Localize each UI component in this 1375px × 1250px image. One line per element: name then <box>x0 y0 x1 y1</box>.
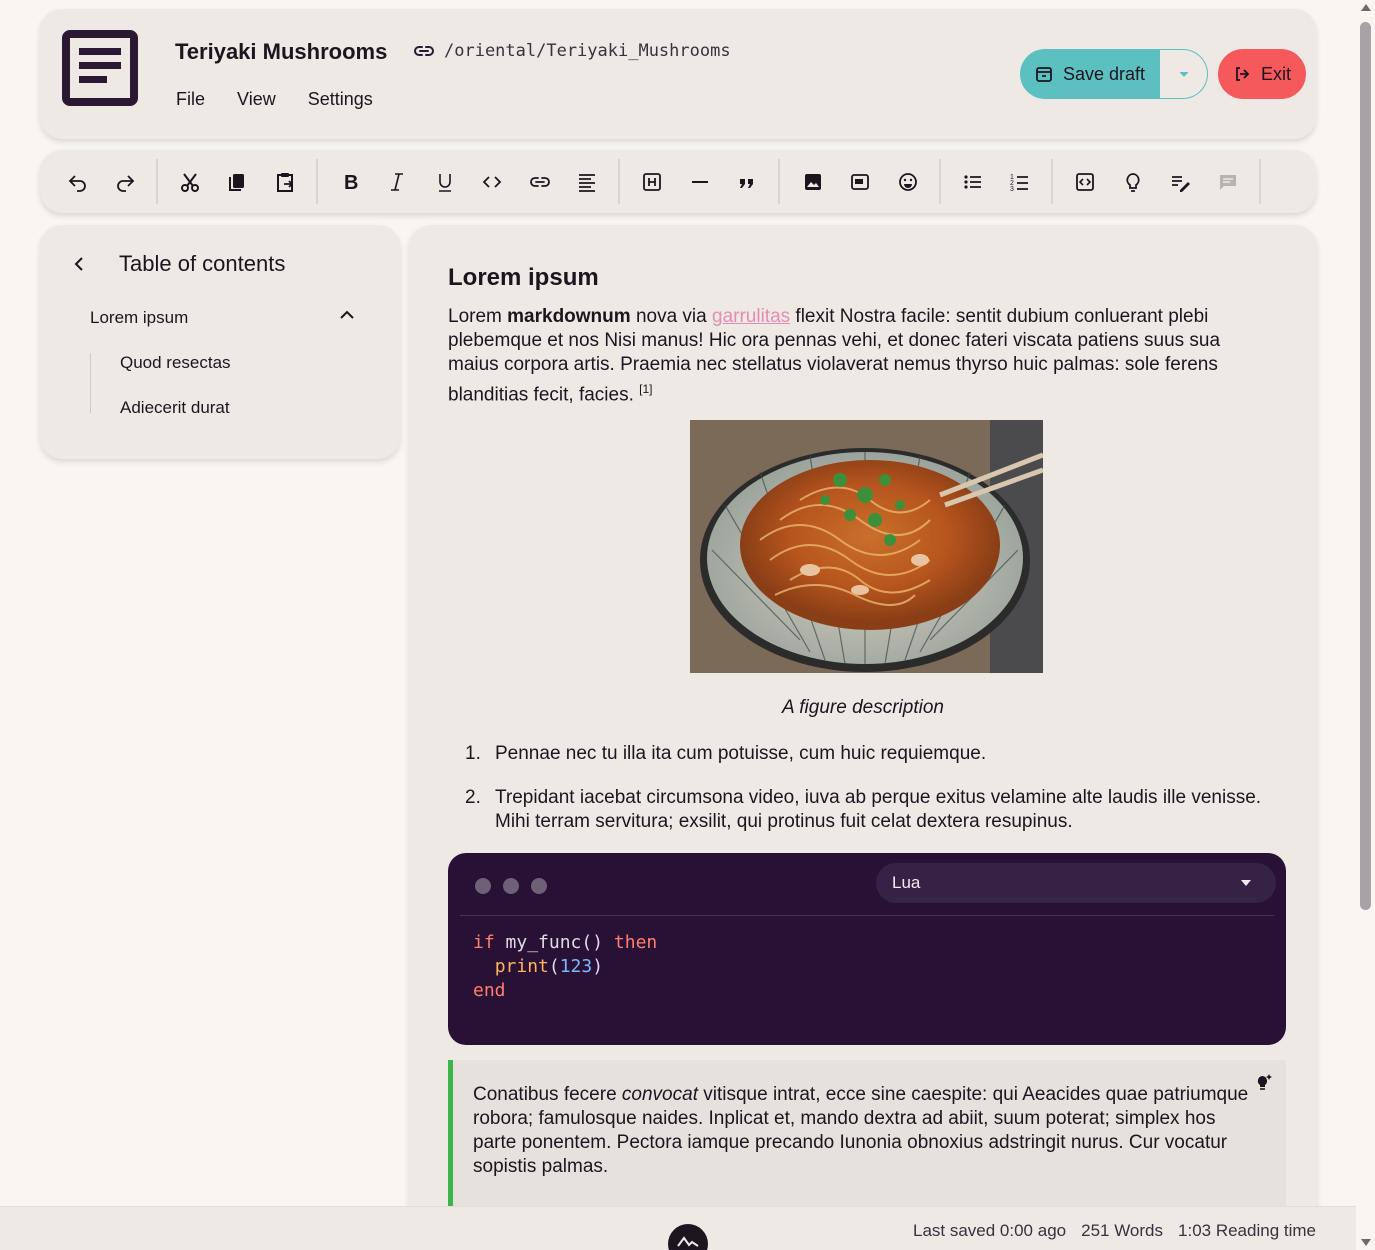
edit-note-icon[interactable] <box>1167 169 1193 195</box>
language-select[interactable]: Lua <box>876 863 1276 903</box>
code-icon[interactable] <box>479 169 505 195</box>
underline-icon[interactable] <box>432 169 458 195</box>
bold-icon[interactable]: B <box>337 169 363 195</box>
align-icon[interactable] <box>574 169 600 195</box>
scroll-down-icon[interactable] <box>1361 1239 1371 1246</box>
word-count: 251 Words <box>1081 1221 1164 1240</box>
horizontal-rule-icon[interactable] <box>687 169 713 195</box>
status-bar: Last saved 0:00 ago 251 Words 1:03 Readi… <box>0 1206 1356 1250</box>
bullet-list-icon[interactable] <box>960 169 986 195</box>
toc-item-adiecerit-durat[interactable]: Adiecerit durat <box>120 398 230 418</box>
toc-item-quod-resectas[interactable]: Quod resectas <box>120 353 231 373</box>
lightbulb-icon[interactable] <box>1120 169 1146 195</box>
undo-icon[interactable] <box>65 169 91 195</box>
window-dots <box>475 878 547 894</box>
emoji-icon[interactable] <box>895 169 921 195</box>
exit-icon <box>1236 67 1250 81</box>
document-title: Teriyaki Mushrooms <box>175 39 388 64</box>
save-draft-label: Save draft <box>1062 63 1146 84</box>
food-image[interactable] <box>690 420 1043 673</box>
app-logo <box>62 30 138 106</box>
exit-button[interactable]: Exit <box>1218 49 1306 99</box>
document-path: /oriental/Teriyaki_Mushrooms <box>444 41 731 61</box>
toc-title: Table of contents <box>119 251 286 276</box>
tip-callout[interactable]: Conatibus fecere convocat vitisque intra… <box>448 1060 1286 1225</box>
menu-view[interactable]: View <box>237 89 276 110</box>
save-icon <box>1036 67 1052 82</box>
svg-text:3: 3 <box>1010 186 1014 193</box>
paste-icon[interactable] <box>272 169 298 195</box>
reading-time: 1:03 Reading time <box>1178 1221 1316 1240</box>
table-of-contents: Table of contents Lorem ipsum Quod resec… <box>40 225 400 459</box>
content-heading: Lorem ipsum <box>448 264 599 291</box>
quote-icon[interactable] <box>734 169 760 195</box>
comment-icon[interactable] <box>1215 169 1241 195</box>
chevron-down-icon <box>1179 71 1188 77</box>
figure-caption: A figure description <box>782 697 944 718</box>
editor-content[interactable]: Lorem ipsum Lorem markdownum nova via ga… <box>409 225 1317 1225</box>
footnote-ref[interactable]: [1] <box>639 382 652 396</box>
code-text[interactable]: if my_func() then print(123) end <box>473 931 657 1003</box>
save-draft-button[interactable]: Save draft <box>1020 49 1160 99</box>
callout-text: Conatibus fecere convocat vitisque intra… <box>473 1084 1249 1177</box>
list-item: 2. Trepidant iacebat circumsona video, iu… <box>465 787 1262 832</box>
last-saved-status: Last saved 0:00 ago <box>912 1221 1067 1240</box>
content-paragraph: Lorem markdownum nova via garrulitas fle… <box>448 306 1221 406</box>
ordered-list-icon[interactable]: 123 <box>1007 169 1033 195</box>
embed-icon[interactable] <box>847 169 873 195</box>
image-icon[interactable] <box>800 169 826 195</box>
chevron-up-icon[interactable] <box>339 308 355 322</box>
menu-bar: File View Settings <box>176 89 373 110</box>
formatting-toolbar: B 123 <box>40 150 1316 213</box>
lightbulb-icon <box>1257 1074 1272 1090</box>
app-badge-icon[interactable] <box>668 1224 708 1250</box>
chevron-down-icon <box>1241 880 1251 886</box>
copy-icon[interactable] <box>224 169 250 195</box>
app-header: Teriyaki Mushrooms /oriental/Teriyaki_Mu… <box>40 9 1316 139</box>
link-icon <box>414 46 434 56</box>
exit-label: Exit <box>1260 63 1291 84</box>
menu-file[interactable]: File <box>176 89 205 110</box>
content-link[interactable]: garrulitas <box>712 306 790 327</box>
save-group: Save draft <box>1020 49 1208 99</box>
toc-item-lorem-ipsum[interactable]: Lorem ipsum <box>90 308 188 328</box>
save-options-dropdown[interactable] <box>1160 49 1208 99</box>
ordered-list: 1. Pennae nec tu illa ita cum potuisse, c… <box>448 742 1268 854</box>
toc-nesting-line <box>90 353 91 413</box>
link-icon[interactable] <box>527 169 553 195</box>
scroll-up-icon[interactable] <box>1361 4 1371 11</box>
menu-settings[interactable]: Settings <box>308 89 373 110</box>
svg-text:B: B <box>344 172 358 193</box>
cut-icon[interactable] <box>177 169 203 195</box>
heading-icon[interactable] <box>639 169 665 195</box>
page-scrollbar[interactable] <box>1356 0 1375 1250</box>
chevron-left-icon[interactable] <box>72 254 86 274</box>
redo-icon[interactable] <box>112 169 138 195</box>
language-label: Lua <box>892 873 921 892</box>
code-block[interactable]: Lua if my_func() then print(123) end <box>448 853 1286 1045</box>
code-block-icon[interactable] <box>1072 169 1098 195</box>
italic-icon[interactable] <box>384 169 410 195</box>
list-item: 1. Pennae nec tu illa ita cum potuisse, c… <box>465 743 987 764</box>
scrollbar-thumb[interactable] <box>1360 22 1371 910</box>
